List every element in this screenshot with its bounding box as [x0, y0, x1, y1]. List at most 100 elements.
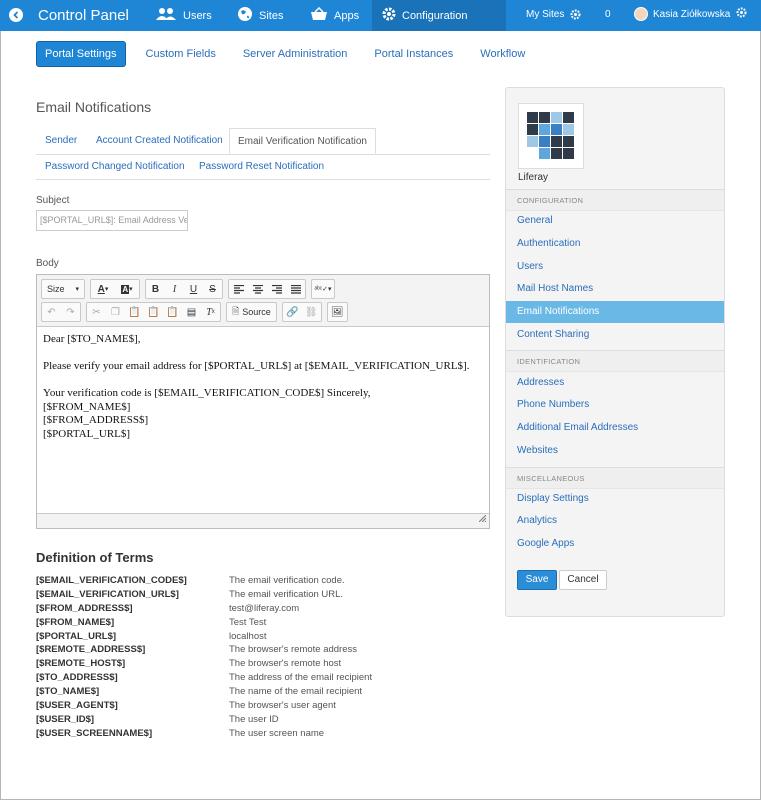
editor-body[interactable]: Dear [$TO_NAME$], Please verify your ema… [37, 326, 489, 514]
history-group: ↶ ↷ [41, 302, 81, 322]
app-title[interactable]: Control Panel [38, 7, 129, 24]
paste-word-icon[interactable]: 📋 [163, 303, 182, 321]
body-line: Dear [$TO_NAME$], [43, 333, 141, 345]
subnav-workflow[interactable]: Workflow [480, 48, 525, 60]
nav-configuration-label: Configuration [402, 9, 468, 22]
tabs-divider [36, 179, 490, 180]
spellcheck-icon[interactable]: ᵃᵇᶜ✓ ▾ [312, 280, 334, 298]
avatar [634, 7, 648, 21]
toolbar-row-1: Size ▾ A ▾ A ▾ B I U S ᵃᵇᶜ✓ ▾ [41, 279, 340, 299]
subnav-portal-settings[interactable]: Portal Settings [36, 40, 126, 67]
sidebar-item-authentication[interactable]: Authentication [506, 233, 724, 255]
align-right-icon[interactable] [267, 280, 286, 298]
basket-icon [310, 6, 328, 24]
tab-sender[interactable]: Sender [45, 128, 77, 154]
body-line [43, 347, 483, 361]
align-justify-icon[interactable] [286, 280, 305, 298]
globe-icon [237, 6, 253, 25]
sidebar-item-general[interactable]: General [506, 210, 724, 232]
italic-icon[interactable]: I [165, 280, 184, 298]
subnav-server-administration[interactable]: Server Administration [243, 48, 348, 60]
back-arrow-icon[interactable] [9, 8, 23, 22]
sidebar-item-email-notifications[interactable]: Email Notifications [506, 301, 724, 323]
definition-term: [$REMOTE_HOST$] [36, 658, 126, 670]
align-left-icon[interactable] [229, 280, 248, 298]
definition-term: [$EMAIL_VERIFICATION_URL$] [36, 588, 179, 600]
background-color-icon[interactable]: A ▾ [115, 280, 139, 298]
nav-sites[interactable]: Sites [237, 0, 283, 31]
sidebar-item-phone-numbers[interactable]: Phone Numbers [506, 394, 724, 416]
subject-input[interactable]: [$PORTAL_URL$]: Email Address Verificati… [36, 210, 188, 231]
settings-sidebar: Liferay CONFIGURATION General Authentica… [505, 87, 725, 617]
clear-format-icon[interactable]: Tx [201, 303, 220, 321]
subnav-portal-instances[interactable]: Portal Instances [374, 48, 453, 60]
definition-term: [$USER_ID$] [36, 713, 95, 725]
sidebar-item-mail-host-names[interactable]: Mail Host Names [506, 278, 724, 300]
link-group: 🔗 ⛓ [281, 302, 322, 322]
my-sites-link[interactable]: My Sites [526, 9, 564, 20]
definition-row: [$EMAIL_VERIFICATION_CODE$] The email ver… [36, 575, 476, 589]
save-button[interactable]: Save [517, 570, 557, 590]
resize-grip-icon[interactable] [478, 511, 487, 525]
notification-count[interactable]: 0 [605, 9, 611, 20]
paste-icon[interactable]: 📋 [125, 303, 144, 321]
portal-subnav: Portal Settings Custom Fields Server Adm… [36, 40, 552, 67]
body-line: [$FROM_ADDRESS$] [43, 414, 149, 426]
remove-format-icon[interactable]: ▤ [182, 303, 201, 321]
sidebar-item-additional-email-addresses[interactable]: Additional Email Addresses [506, 417, 724, 439]
body-line: [$PORTAL_URL$] [43, 427, 131, 440]
definition-desc: The browser's user agent [229, 700, 336, 712]
nav-configuration[interactable]: Configuration [372, 0, 506, 31]
cancel-button[interactable]: Cancel [559, 570, 607, 590]
cut-icon[interactable]: ✂ [87, 303, 106, 321]
my-sites-gear-icon[interactable] [570, 9, 581, 23]
redo-icon[interactable]: ↷ [61, 303, 80, 321]
sidebar-item-websites[interactable]: Websites [506, 440, 724, 462]
definitions-list: [$EMAIL_VERIFICATION_CODE$] The email ver… [36, 575, 476, 742]
underline-icon[interactable]: U [184, 280, 203, 298]
spellcheck-group: ᵃᵇᶜ✓ ▾ [311, 279, 335, 299]
subject-label: Subject [36, 195, 70, 206]
definition-row: [$EMAIL_VERIFICATION_URL$] The email veri… [36, 589, 476, 603]
tab-password-reset[interactable]: Password Reset Notification [199, 156, 324, 178]
rich-text-editor: Size ▾ A ▾ A ▾ B I U S ᵃᵇᶜ✓ ▾ ↶ ↷ ✂ ❐ 📋 … [36, 274, 490, 529]
definition-row: [$FROM_ADDRESS$] test@liferay.com [36, 603, 476, 617]
copy-icon[interactable]: ❐ [106, 303, 125, 321]
tab-account-created[interactable]: Account Created Notification [96, 128, 223, 154]
bold-icon[interactable]: B [146, 280, 165, 298]
sidebar-item-analytics[interactable]: Analytics [506, 510, 724, 532]
text-color-icon[interactable]: A ▾ [91, 280, 115, 298]
definitions-title: Definition of Terms [36, 550, 154, 565]
top-bar: Control Panel Users Sites Apps Configura… [0, 0, 761, 31]
image-icon[interactable]: 🖼 [328, 303, 347, 321]
sidebar-item-google-apps[interactable]: Google Apps [506, 533, 724, 555]
source-button[interactable]: 🗎 Source [226, 302, 277, 322]
definition-row: [$USER_SCREENNAME$] The user screen name [36, 728, 476, 742]
align-group [228, 279, 306, 299]
user-name: Kasia Ziółkowska [653, 8, 731, 20]
sidebar-item-users[interactable]: Users [506, 256, 724, 278]
definition-desc: localhost [229, 630, 267, 642]
tab-email-verification[interactable]: Email Verification Notification [229, 128, 376, 154]
nav-apps-label: Apps [334, 9, 360, 22]
unlink-icon[interactable]: ⛓ [302, 303, 321, 321]
align-center-icon[interactable] [248, 280, 267, 298]
sidebar-item-addresses[interactable]: Addresses [506, 372, 724, 394]
tab-password-changed[interactable]: Password Changed Notification [45, 156, 185, 178]
undo-icon[interactable]: ↶ [42, 303, 61, 321]
subnav-custom-fields[interactable]: Custom Fields [146, 48, 216, 60]
body-line: Please verify your email address for [$P… [43, 360, 470, 372]
user-menu[interactable]: Kasia Ziółkowska [634, 7, 747, 21]
size-dropdown[interactable]: Size ▾ [41, 279, 85, 299]
portal-logo[interactable] [518, 103, 584, 169]
definition-term: [$TO_NAME$] [36, 686, 100, 698]
sidebar-item-content-sharing[interactable]: Content Sharing [506, 324, 724, 346]
nav-users[interactable]: Users [155, 0, 212, 31]
strikethrough-icon[interactable]: S [203, 280, 222, 298]
page-title: Email Notifications [36, 99, 152, 115]
nav-apps[interactable]: Apps [310, 0, 359, 31]
link-icon[interactable]: 🔗 [283, 303, 302, 321]
paste-text-icon[interactable]: 📋 [144, 303, 163, 321]
sidebar-item-display-settings[interactable]: Display Settings [506, 488, 724, 510]
body-line: Your verification code is [$EMAIL_VERIFI… [43, 387, 371, 399]
